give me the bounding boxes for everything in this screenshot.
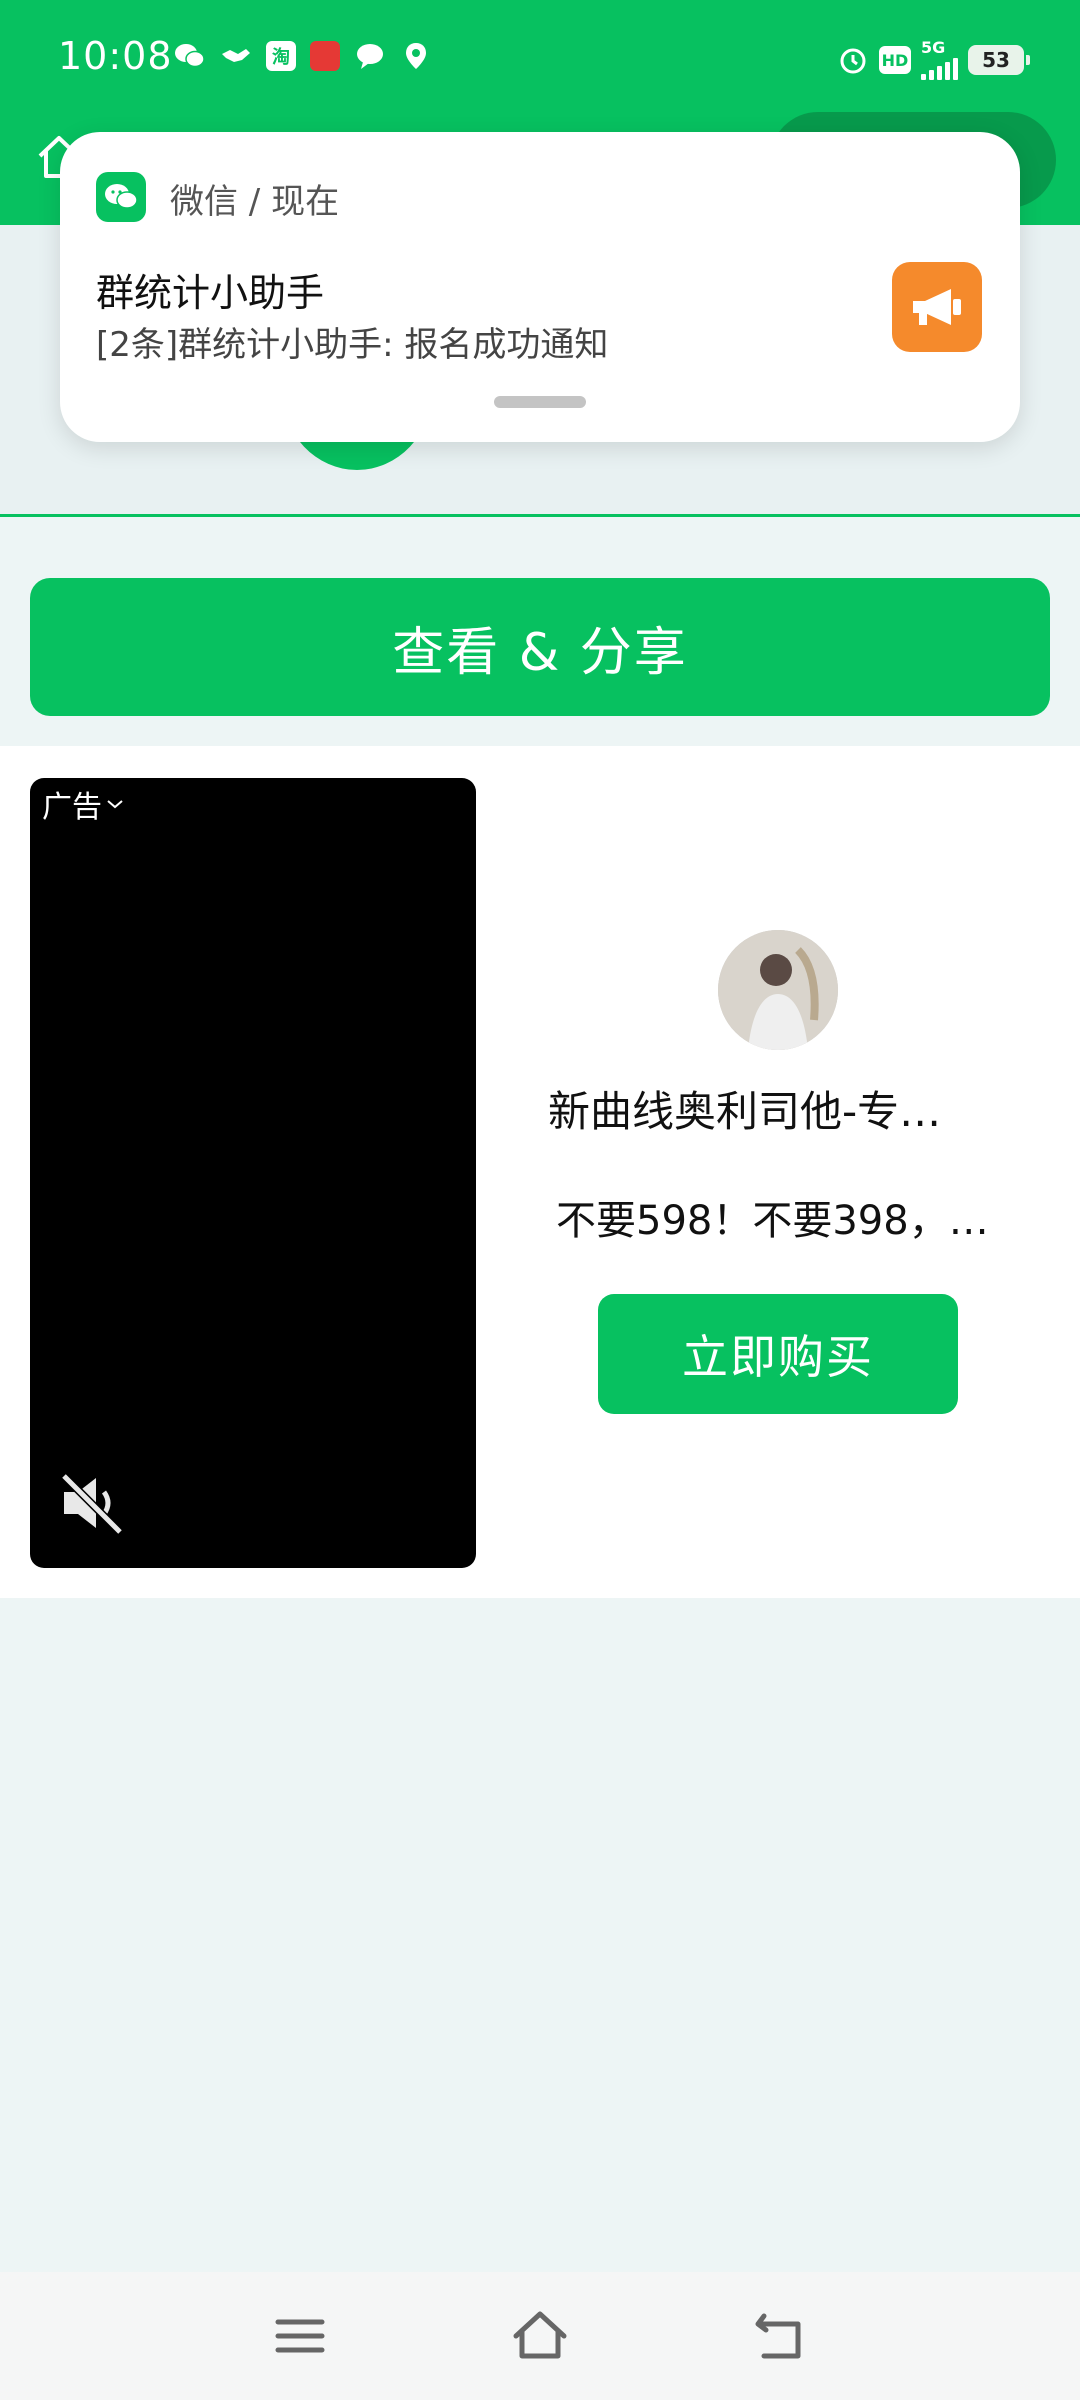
baidu-maps-icon	[400, 40, 432, 72]
menu-icon[interactable]	[270, 2306, 330, 2366]
seller-name: 新曲线奥利司他-专…	[548, 1087, 942, 1136]
back-icon[interactable]	[750, 2306, 810, 2366]
status-bar: 10:08 淘 HD 5G 53	[0, 0, 1080, 120]
handshake-icon	[220, 40, 252, 72]
status-time: 10:08	[58, 34, 173, 78]
ad-tag-label: 广告	[42, 790, 102, 825]
signal-icon: 5G	[921, 40, 958, 80]
ad-tag[interactable]: 广告	[42, 782, 124, 826]
volume-mute-icon[interactable]	[58, 1470, 128, 1536]
wechat-notification[interactable]: 微信 / 现在 群统计小助手 [2条]群统计小助手: 报名成功通知	[60, 132, 1020, 442]
ad-description: 不要598！不要398，…	[556, 1198, 989, 1244]
chevron-down-icon	[107, 800, 123, 809]
wechat-icon	[174, 40, 206, 72]
hd-icon: HD	[879, 46, 911, 74]
ad-video[interactable]	[30, 778, 476, 1568]
message-icon	[354, 40, 386, 72]
home-icon[interactable]	[510, 2306, 570, 2366]
wechat-icon	[96, 172, 146, 222]
pinduoduo-icon	[310, 41, 340, 71]
system-icons: HD 5G 53	[837, 40, 1030, 80]
alarm-icon	[837, 44, 869, 76]
taobao-icon: 淘	[266, 41, 296, 71]
megaphone-icon	[892, 262, 982, 352]
notification-app-label: 微信 / 现在	[170, 182, 340, 222]
notification-handle[interactable]	[494, 396, 586, 408]
notification-body: [2条]群统计小助手: 报名成功通知	[96, 325, 609, 365]
view-share-button[interactable]: 查看 & 分享	[30, 578, 1050, 716]
battery-icon: 53	[968, 45, 1030, 75]
notification-title: 群统计小助手	[96, 271, 325, 315]
network-label: 5G	[921, 38, 946, 57]
buy-now-button[interactable]: 立即购买	[598, 1294, 958, 1414]
notification-icons: 淘	[174, 40, 432, 72]
seller-avatar[interactable]	[718, 930, 838, 1050]
